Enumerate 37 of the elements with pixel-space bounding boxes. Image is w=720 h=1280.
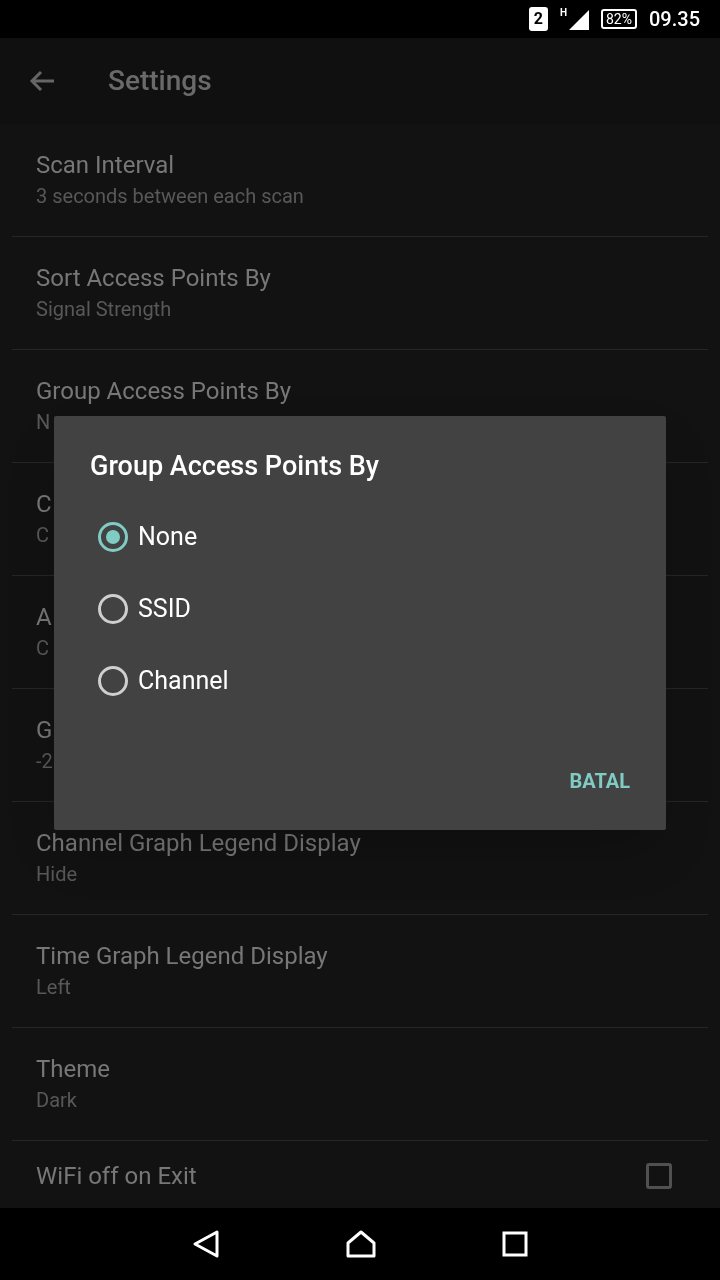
battery-indicator: 82% <box>600 9 637 29</box>
setting-title: G <box>36 715 53 746</box>
toolbar-title: Settings <box>108 63 212 99</box>
setting-summary: C <box>36 635 50 662</box>
radio-option[interactable]: Channel <box>54 644 249 717</box>
setting-title: A <box>36 602 52 633</box>
setting-summary: Signal Strength <box>36 296 172 323</box>
setting-title: Theme <box>36 1054 111 1085</box>
setting-summary: C <box>36 522 50 549</box>
sim-badge: 2 <box>528 7 548 31</box>
setting-title: Group Access Points By <box>36 376 292 407</box>
setting-title: Sort Access Points By <box>36 263 271 294</box>
setting-summary: Left <box>36 974 71 1001</box>
home-nav-icon[interactable] <box>345 1229 377 1259</box>
radio-icon <box>98 593 128 624</box>
radio-icon <box>98 665 128 696</box>
checkbox[interactable] <box>646 1162 672 1189</box>
setting-title: C <box>36 489 52 520</box>
setting-title: Time Graph Legend Display <box>36 941 328 972</box>
setting-summary: N <box>36 409 51 436</box>
setting-summary: 3 seconds between each scan <box>36 183 304 210</box>
clock: 09.35 <box>648 6 700 33</box>
setting-summary: -2 <box>36 748 53 775</box>
setting-title: Scan Interval <box>36 150 175 181</box>
recents-nav-icon[interactable] <box>501 1231 528 1257</box>
radio-option[interactable]: SSID <box>54 572 211 645</box>
back-arrow-icon <box>29 70 55 92</box>
cancel-button[interactable]: BATAL <box>555 754 644 808</box>
setting-title: Channel Graph Legend Display <box>36 828 361 859</box>
setting-summary: Hide <box>36 861 77 888</box>
setting-summary: Dark <box>36 1087 77 1114</box>
back-nav-icon[interactable] <box>192 1229 221 1259</box>
radio-option[interactable]: None <box>54 500 218 573</box>
network-type: H <box>559 8 567 18</box>
dialog-title: Group Access Points By <box>90 449 381 484</box>
radio-icon <box>98 521 128 552</box>
setting-title: WiFi off on Exit <box>36 1160 197 1192</box>
